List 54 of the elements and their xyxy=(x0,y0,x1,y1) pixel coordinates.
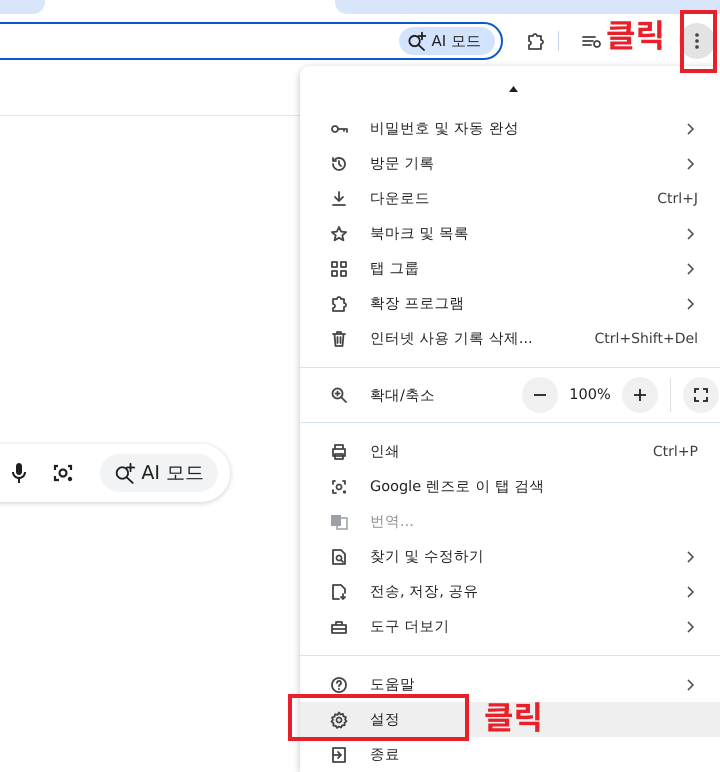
trash-icon xyxy=(330,330,348,348)
menu-item[interactable]: 종료 xyxy=(300,737,720,772)
camera-search-icon xyxy=(52,463,74,483)
shortcut-label: Ctrl+P xyxy=(652,444,698,460)
extension-icon xyxy=(525,31,545,51)
tab[interactable] xyxy=(335,0,720,14)
menu-item[interactable]: Google 렌즈로 이 탭 검색 xyxy=(300,469,720,504)
find-in-page-icon xyxy=(330,548,348,566)
settings-icon xyxy=(330,710,348,728)
extension-icon xyxy=(330,294,348,312)
annotation-label: 클릭 xyxy=(606,18,665,50)
menu-item[interactable]: 방문 기록 xyxy=(300,146,720,181)
address-bar[interactable]: AI 모드 xyxy=(0,22,503,60)
plus-icon xyxy=(634,389,646,401)
more-vertical-icon xyxy=(695,33,699,49)
menu-item[interactable]: 도움말 xyxy=(300,667,720,702)
menu-item[interactable]: 다운로드 Ctrl+J xyxy=(300,181,720,216)
lens-icon xyxy=(330,478,348,496)
menu-item[interactable]: 도구 더보기 xyxy=(300,609,720,644)
print-icon xyxy=(330,442,348,460)
search-box[interactable]: AI 모드 xyxy=(0,444,230,502)
menu-item[interactable]: 북마크 및 목록 xyxy=(300,216,720,251)
annotation-label: 클릭 xyxy=(484,700,543,732)
ai-mode-button[interactable]: AI 모드 xyxy=(398,27,495,55)
menu-item[interactable]: 확장 프로그램 xyxy=(300,286,720,321)
ai-search-icon xyxy=(406,31,427,51)
menu-item[interactable]: 인터넷 사용 기록 삭제... Ctrl+Shift+Del xyxy=(300,321,720,356)
zoom-label: 확대/축소 xyxy=(370,386,436,404)
ai-mode-button[interactable]: AI 모드 xyxy=(100,454,218,492)
ai-search-icon xyxy=(114,462,136,484)
zoom-in-button[interactable] xyxy=(622,377,658,413)
exit-icon xyxy=(330,746,348,764)
menu-item[interactable]: 탭 그룹 xyxy=(300,251,720,286)
shortcut-label: Ctrl+Shift+Del xyxy=(594,330,698,346)
star-icon xyxy=(330,224,348,242)
microphone-icon xyxy=(12,462,26,484)
minus-icon xyxy=(534,394,546,396)
translate-icon xyxy=(330,512,348,530)
menu-item[interactable]: 비밀번호 및 자동 완성 xyxy=(300,111,720,146)
download-icon xyxy=(330,190,348,208)
menu-item[interactable]: 인쇄 Ctrl+P xyxy=(300,434,720,469)
help-icon xyxy=(330,676,348,694)
fullscreen-button[interactable] xyxy=(683,377,719,413)
highlight-frame xyxy=(680,10,717,73)
scroll-up-icon xyxy=(509,86,518,92)
fullscreen-icon xyxy=(694,388,708,402)
grid-icon xyxy=(330,260,348,278)
shortcut-label: Ctrl+J xyxy=(657,190,698,206)
zoom-in-icon xyxy=(330,386,348,404)
history-icon xyxy=(330,154,348,172)
zoom-level: 100% xyxy=(568,387,612,403)
menu-item[interactable]: 찾기 및 수정하기 xyxy=(300,539,720,574)
menu-item[interactable]: 전송, 저장, 공유 xyxy=(300,574,720,609)
save-file-icon xyxy=(330,582,348,600)
